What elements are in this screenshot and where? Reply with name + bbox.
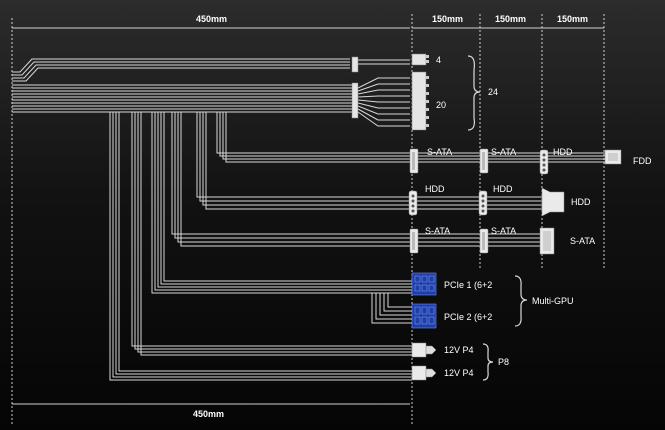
row1-label-3: HDD — [553, 147, 573, 157]
atx-4pin-tab-a — [426, 55, 429, 58]
row3-label-2: S-ATA — [491, 226, 516, 236]
p8-label: P8 — [498, 357, 509, 367]
atx-4pin-sleeve — [351, 56, 359, 73]
p8-brace — [482, 343, 494, 381]
atx-4pin-tab-b — [426, 60, 429, 63]
atx-brace — [467, 55, 481, 131]
row2-label-2: HDD — [493, 184, 513, 194]
row3-connectors: S-ATA S-ATA S-ATA — [409, 226, 595, 255]
pcie-connectors: PCIe 1 (6+2 PCIe 2 (6+2 Multi-GPU — [411, 272, 574, 329]
wire-bundle — [12, 58, 612, 381]
dimension-bottom-main: 450mm — [193, 409, 224, 419]
multi-gpu-label: Multi-GPU — [532, 296, 574, 306]
dimension-seg-3: 150mm — [557, 14, 588, 24]
pcie-1-label: PCIe 1 (6+2 — [444, 280, 492, 290]
atx-20pin-tabs — [426, 76, 429, 127]
row3-label-1: S-ATA — [425, 226, 450, 236]
pcie-2-label: PCIe 2 (6+2 — [444, 312, 492, 322]
dimension-labels: 450mm 150mm 150mm 150mm 450mm — [193, 14, 588, 419]
dimension-top-main: 450mm — [196, 14, 227, 24]
row2-label-1: HDD — [425, 184, 445, 194]
p4-connector-1 — [411, 342, 427, 358]
dimension-seg-1: 150mm — [432, 14, 463, 24]
atx-24pin-group: 4 20 24 — [351, 53, 498, 131]
row1-connectors: S-ATA S-ATA HDD FDD — [409, 147, 652, 175]
atx-4pin-connector — [411, 53, 427, 66]
pcie-connector-2 — [411, 303, 437, 329]
row3-label-end: S-ATA — [570, 236, 595, 246]
p4-connector-2 — [411, 365, 427, 381]
row1-label-2: S-ATA — [491, 147, 516, 157]
cable-layout-diagram: 4 20 24 S-ATA S-ATA HDD FDD HDD HDD HDD … — [11, 14, 652, 425]
atx-20pin-connector — [411, 71, 427, 131]
row2-label-end: HDD — [571, 197, 591, 207]
psu-cable-diagram: 4 20 24 S-ATA S-ATA HDD FDD HDD HDD HDD … — [0, 0, 665, 430]
p4-label-1: 12V P4 — [444, 345, 474, 355]
atx-4pin-label: 4 — [436, 55, 441, 65]
dimension-guides — [11, 14, 605, 425]
pcie-connector-1 — [411, 272, 437, 296]
multi-gpu-brace — [514, 275, 528, 327]
row1-label-end: FDD — [633, 156, 652, 166]
row2-connectors: HDD HDD HDD — [408, 184, 591, 217]
dimension-seg-2: 150mm — [495, 14, 526, 24]
atx-20pin-label: 20 — [436, 100, 446, 110]
atx-24pin-label: 24 — [488, 87, 498, 97]
hdd-peripheral-connector — [541, 187, 565, 217]
p4-label-2: 12V P4 — [444, 368, 474, 378]
row1-label-1: S-ATA — [427, 147, 452, 157]
p4-connectors: 12V P4 12V P4 P8 — [411, 342, 509, 381]
atx-20pin-sleeve — [351, 82, 359, 119]
